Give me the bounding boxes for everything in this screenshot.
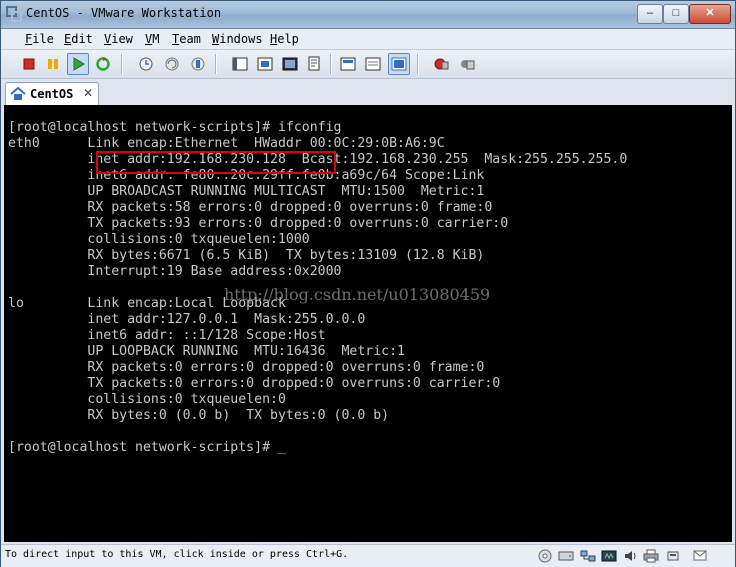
menu-help[interactable]: Help [270, 32, 299, 46]
highlight-box [96, 151, 336, 174]
terminal-line: eth0 Link encap:Ethernet HWaddr 00:0C:29… [8, 136, 445, 151]
console-view-button[interactable] [337, 53, 359, 75]
quick-switch-button[interactable] [254, 53, 276, 75]
watermark: http://blog.csdn.net/u013080459 [224, 285, 491, 304]
usb-icon[interactable] [665, 548, 681, 564]
terminal-line: [root@localhost network-scripts]# ifconf… [8, 120, 342, 135]
full-screen-icon [282, 57, 298, 71]
menu-file[interactable]: File [25, 32, 54, 46]
normal-view-icon [232, 57, 248, 71]
home-icon [10, 87, 26, 100]
quick-switch-icon [257, 57, 273, 71]
reset-icon [96, 57, 110, 71]
reset-button[interactable] [92, 53, 114, 75]
tab-centos[interactable]: CentOS ✕ [5, 82, 99, 105]
terminal-line: UP BROADCAST RUNNING MULTICAST MTU:1500 … [8, 184, 485, 199]
title-bar[interactable]: CentOS - VMware Workstation – □ ✕ [1, 1, 735, 29]
close-button[interactable]: ✕ [689, 4, 731, 24]
full-screen-button[interactable] [279, 53, 301, 75]
audio-icon[interactable] [622, 548, 638, 564]
terminal-line: TX packets:0 errors:0 dropped:0 overruns… [8, 376, 501, 391]
power-off-icon [23, 58, 35, 70]
network-adapter-icon[interactable] [580, 548, 596, 564]
toolbar [1, 50, 735, 79]
snapshot-icon [139, 57, 153, 71]
play-icon [73, 57, 85, 71]
terminal-line: RX packets:0 errors:0 dropped:0 overruns… [8, 360, 485, 375]
menu-bar: File Edit View VM Team Windows Help [1, 29, 735, 50]
minimize-button[interactable]: – [637, 4, 663, 24]
snapshot-manager-button[interactable] [187, 53, 209, 75]
window-title: CentOS - VMware Workstation [26, 6, 222, 20]
revert-snapshot-icon [165, 57, 179, 71]
unity-icon [391, 57, 407, 71]
vm-settings-button[interactable] [430, 53, 452, 75]
vm-console[interactable]: [root@localhost network-scripts]# ifconf… [4, 105, 732, 542]
terminal-line: [root@localhost network-scripts]# _ [8, 440, 286, 455]
vm-settings-icon [434, 58, 449, 70]
appliance-view-button[interactable] [362, 53, 384, 75]
snapshot-manager-icon [191, 57, 205, 71]
terminal-line: inet6 addr: ::1/128 Scope:Host [8, 328, 326, 343]
terminal-line: inet addr:127.0.0.1 Mask:255.0.0.0 [8, 312, 366, 327]
appliance-view-icon [365, 57, 381, 71]
cd-drive-icon[interactable] [537, 548, 553, 564]
terminal-line: RX bytes:0 (0.0 b) TX bytes:0 (0.0 b) [8, 408, 390, 423]
messages-icon[interactable] [692, 548, 708, 564]
vmware-window: CentOS - VMware Workstation – □ ✕ File E… [0, 0, 736, 567]
terminal-line: collisions:0 txqueuelen:0 [8, 392, 286, 407]
maximize-button[interactable]: □ [663, 4, 689, 24]
hard-disk-icon[interactable] [558, 548, 574, 564]
send-ctrl-alt-del-icon [461, 60, 475, 70]
toolbar-separator [215, 54, 217, 74]
revert-snapshot-button[interactable] [161, 53, 183, 75]
menu-view[interactable]: View [104, 32, 133, 46]
pause-button[interactable] [42, 53, 64, 75]
terminal-line: collisions:0 txqueuelen:1000 [8, 232, 310, 247]
sound-icon[interactable] [601, 548, 617, 564]
tab-close-icon[interactable]: ✕ [83, 86, 93, 100]
terminal-line: RX bytes:6671 (6.5 KiB) TX bytes:13109 (… [8, 248, 485, 263]
normal-view-button[interactable] [229, 53, 251, 75]
menu-edit[interactable]: Edit [64, 32, 93, 46]
status-bar: To direct input to this VM, click inside… [1, 544, 735, 567]
console-view-icon [340, 57, 356, 71]
unity-button[interactable] [388, 53, 410, 75]
power-off-button[interactable] [18, 53, 40, 75]
status-message: To direct input to this VM, click inside… [5, 549, 349, 560]
send-ctrl-alt-del-button[interactable] [456, 53, 478, 75]
pause-icon [48, 59, 58, 69]
toolbar-separator [121, 54, 123, 74]
menu-windows[interactable]: Windows [212, 32, 263, 46]
menu-vm[interactable]: VM [145, 32, 159, 46]
tab-label: CentOS [30, 87, 74, 101]
terminal-line: UP LOOPBACK RUNNING MTU:16436 Metric:1 [8, 344, 405, 359]
terminal-line: Interrupt:19 Base address:0x2000 [8, 264, 342, 279]
printer-icon[interactable] [643, 548, 659, 564]
summary-view-button[interactable] [304, 53, 326, 75]
toolbar-separator [330, 54, 332, 74]
vmware-app-icon [6, 6, 22, 22]
terminal-line: TX packets:93 errors:0 dropped:0 overrun… [8, 216, 509, 231]
terminal-line: RX packets:58 errors:0 dropped:0 overrun… [8, 200, 493, 215]
play-button[interactable] [67, 53, 89, 75]
tab-strip: CentOS ✕ [1, 79, 735, 105]
toolbar-separator [417, 54, 419, 74]
menu-team[interactable]: Team [172, 32, 201, 46]
snapshot-button[interactable] [135, 53, 157, 75]
summary-view-icon [308, 56, 320, 71]
